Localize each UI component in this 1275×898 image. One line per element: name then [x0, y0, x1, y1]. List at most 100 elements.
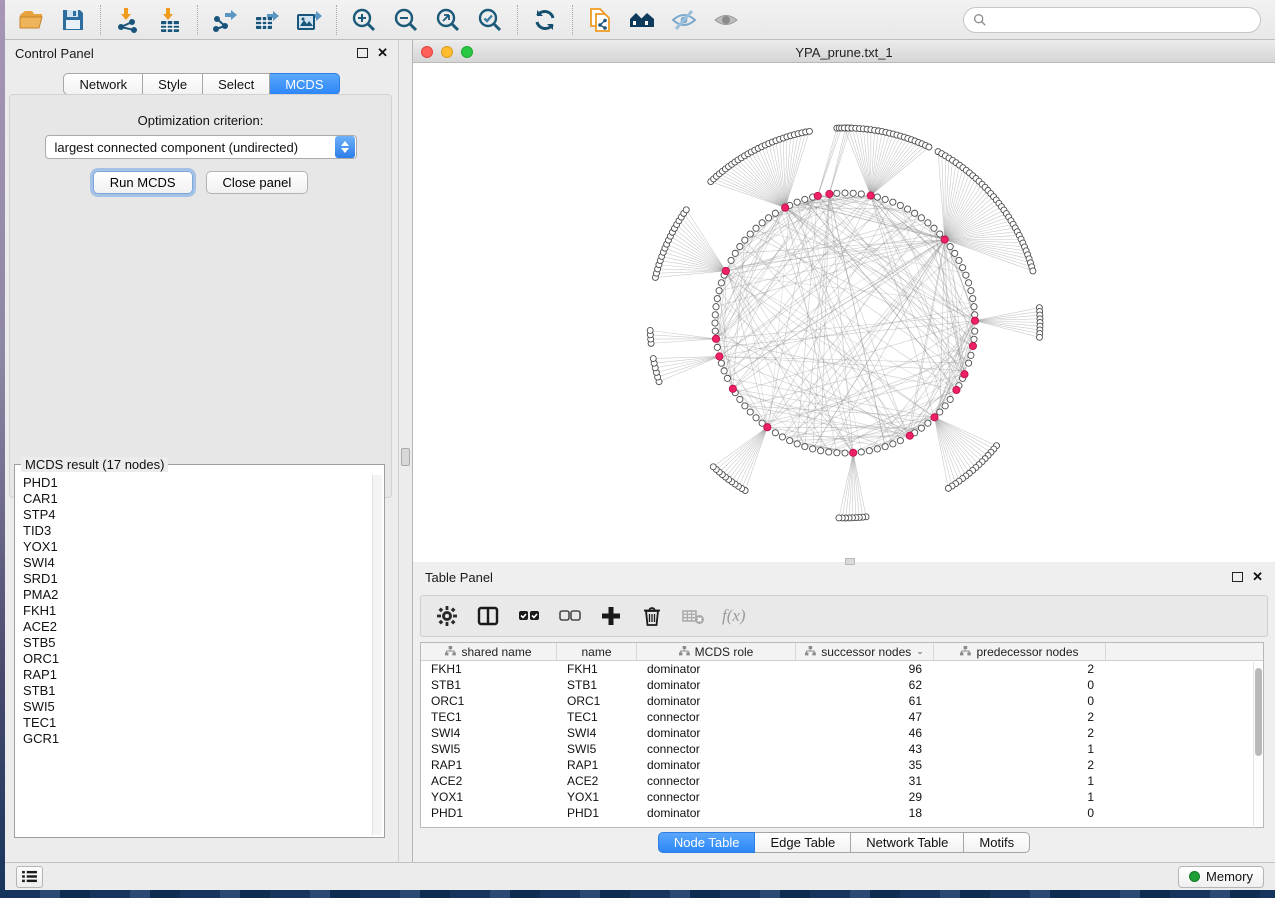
table-row[interactable]: YOX1YOX1connector291 [421, 789, 1263, 805]
optimization-criterion-dropdown[interactable]: largest connected component (undirected) [45, 135, 357, 159]
float-table-panel-icon[interactable] [1232, 572, 1243, 582]
column-header-successor-nodes[interactable]: successor nodes⌄ [796, 643, 934, 660]
tab-select[interactable]: Select [203, 73, 270, 95]
network-hub-node[interactable] [782, 204, 789, 211]
network-node[interactable] [712, 320, 718, 326]
network-node[interactable] [794, 441, 800, 447]
network-node[interactable] [858, 191, 864, 197]
network-leaf-node[interactable] [836, 515, 842, 521]
mcds-result-item[interactable]: SWI4 [17, 555, 372, 571]
network-node[interactable] [947, 396, 953, 402]
hide-selected-icon[interactable] [670, 6, 698, 34]
mcds-result-item[interactable]: STB5 [17, 635, 372, 651]
network-node[interactable] [890, 441, 896, 447]
network-node[interactable] [765, 215, 771, 221]
table-row[interactable]: ACE2ACE2connector311 [421, 773, 1263, 789]
network-node[interactable] [882, 444, 888, 450]
mcds-list-scrollbar[interactable] [372, 475, 382, 835]
network-hub-node[interactable] [969, 342, 976, 349]
zoom-selected-icon[interactable] [476, 6, 504, 34]
mcds-result-item[interactable]: SRD1 [17, 571, 372, 587]
network-leaf-node[interactable] [710, 464, 716, 470]
network-node[interactable] [966, 360, 972, 366]
zoom-out-icon[interactable] [392, 6, 420, 34]
network-node[interactable] [970, 296, 976, 302]
table-row[interactable]: FKH1FKH1dominator962 [421, 661, 1263, 677]
column-header-shared-name[interactable]: shared name [421, 643, 557, 660]
mcds-result-item[interactable]: YOX1 [17, 539, 372, 555]
network-node[interactable] [753, 225, 759, 231]
network-node[interactable] [874, 194, 880, 200]
network-leaf-node[interactable] [945, 485, 951, 491]
network-node[interactable] [737, 396, 743, 402]
column-header-MCDS-role[interactable]: MCDS role [637, 643, 796, 660]
network-hub-node[interactable] [826, 190, 833, 197]
network-node[interactable] [942, 403, 948, 409]
close-panel-button[interactable]: Close panel [206, 171, 309, 194]
network-node[interactable] [732, 250, 738, 256]
deselect-all-icon[interactable] [558, 604, 582, 628]
export-network-icon[interactable] [211, 6, 239, 34]
network-node[interactable] [897, 202, 903, 208]
refresh-icon[interactable] [531, 6, 559, 34]
delete-table-icon[interactable] [681, 604, 705, 628]
network-leaf-node[interactable] [650, 356, 656, 362]
tab-motifs[interactable]: Motifs [964, 832, 1030, 853]
mcds-result-item[interactable]: FKH1 [17, 603, 372, 619]
network-node[interactable] [890, 199, 896, 205]
network-node[interactable] [753, 415, 759, 421]
network-leaf-node[interactable] [1030, 268, 1036, 274]
delete-column-icon[interactable] [640, 604, 664, 628]
network-canvas[interactable] [413, 63, 1275, 562]
close-panel-icon[interactable]: ✕ [377, 48, 388, 58]
network-hub-node[interactable] [953, 386, 960, 393]
table-row[interactable]: PHD1PHD1dominator180 [421, 805, 1263, 821]
network-hub-node[interactable] [712, 335, 719, 342]
network-node[interactable] [802, 196, 808, 202]
network-leaf-node[interactable] [926, 144, 932, 150]
network-hub-node[interactable] [716, 353, 723, 360]
network-hub-node[interactable] [729, 385, 736, 392]
network-node[interactable] [802, 444, 808, 450]
network-node[interactable] [858, 449, 864, 455]
network-window-titlebar[interactable]: YPA_prune.txt_1 [413, 42, 1275, 63]
mcds-result-item[interactable]: STP4 [17, 507, 372, 523]
network-node[interactable] [714, 344, 720, 350]
network-node[interactable] [742, 237, 748, 243]
mcds-result-item[interactable]: ORC1 [17, 651, 372, 667]
select-all-icon[interactable] [517, 604, 541, 628]
tab-node-table[interactable]: Node Table [658, 832, 756, 853]
zoom-in-icon[interactable] [350, 6, 378, 34]
close-table-panel-icon[interactable]: ✕ [1252, 572, 1263, 582]
network-hub-node[interactable] [867, 192, 874, 199]
network-node[interactable] [925, 420, 931, 426]
mcds-result-item[interactable]: ACE2 [17, 619, 372, 635]
memory-button[interactable]: Memory [1178, 866, 1264, 888]
network-node[interactable] [742, 403, 748, 409]
network-node[interactable] [842, 190, 848, 196]
network-hub-node[interactable] [961, 371, 968, 378]
network-hub-node[interactable] [850, 449, 857, 456]
network-node[interactable] [818, 448, 824, 454]
tab-network[interactable]: Network [63, 73, 143, 95]
network-node[interactable] [918, 425, 924, 431]
network-hub-node[interactable] [722, 267, 729, 274]
mcds-result-item[interactable]: GCR1 [17, 731, 372, 747]
network-node[interactable] [918, 215, 924, 221]
search-input[interactable] [993, 12, 1251, 27]
network-node[interactable] [834, 190, 840, 196]
export-image-icon[interactable] [295, 6, 323, 34]
network-node[interactable] [718, 360, 724, 366]
network-node[interactable] [747, 409, 753, 415]
table-row[interactable]: TEC1TEC1connector472 [421, 709, 1263, 725]
network-node[interactable] [963, 272, 969, 278]
network-node[interactable] [826, 449, 832, 455]
vertical-splitter[interactable] [398, 40, 413, 862]
network-node[interactable] [737, 243, 743, 249]
zoom-fit-icon[interactable] [434, 6, 462, 34]
network-node[interactable] [850, 190, 856, 196]
network-node[interactable] [810, 446, 816, 452]
network-node[interactable] [787, 438, 793, 444]
network-node[interactable] [747, 231, 753, 237]
horizontal-splitter-grip[interactable] [845, 558, 855, 565]
